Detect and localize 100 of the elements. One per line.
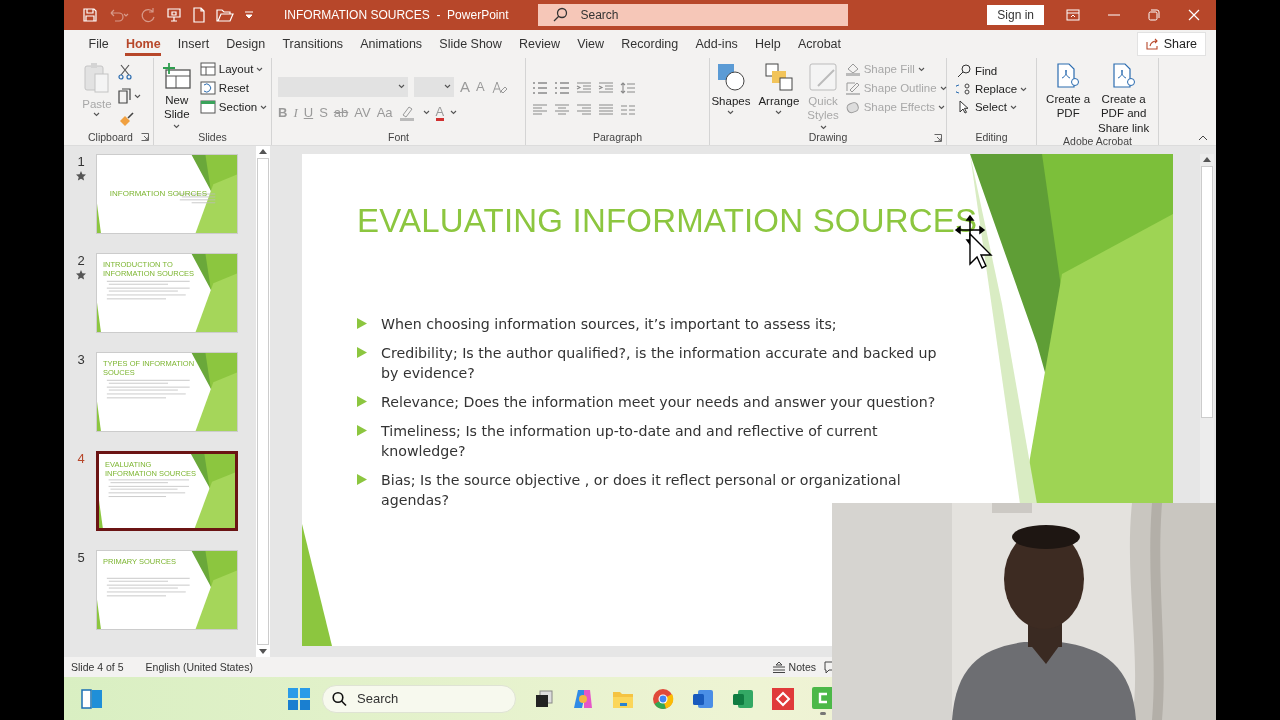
- restore-icon[interactable]: [1148, 9, 1160, 21]
- create-pdf-button[interactable]: Create a PDF and Share link: [1095, 62, 1152, 136]
- running-indicator: [820, 712, 826, 715]
- ribbon-tab[interactable]: Add-ins: [686, 31, 747, 57]
- app-icon[interactable]: [812, 687, 834, 709]
- presenter-icon[interactable]: [166, 7, 182, 23]
- scrollbar-thumb[interactable]: [1201, 166, 1213, 418]
- group-label: Drawing: [808, 131, 848, 144]
- bullet-icon: [357, 318, 367, 329]
- search-icon: [332, 691, 347, 706]
- bullet-text: Timeliness; Is the information up-to-date and and reflective of current knowledge?: [381, 422, 879, 461]
- drawing-button[interactable]: Shapes: [709, 62, 753, 116]
- notes-icon: [771, 661, 786, 673]
- ribbon-tab[interactable]: View: [568, 31, 613, 57]
- group-label: Slides: [198, 131, 227, 143]
- shapes-icon: [715, 62, 746, 92]
- clipboard-icon: [83, 62, 111, 96]
- slide-number: 2: [77, 253, 85, 268]
- outdent-icon[interactable]: [576, 80, 592, 95]
- app-icon[interactable]: [772, 687, 794, 710]
- ribbon-display-icon[interactable]: [1066, 9, 1080, 21]
- undo-icon[interactable]: [108, 7, 130, 23]
- ribbon-tab[interactable]: Home: [117, 31, 170, 57]
- caret-icon: [819, 124, 827, 130]
- scroll-up-icon[interactable]: [259, 149, 267, 154]
- browser-icon[interactable]: [652, 687, 674, 710]
- editing-button[interactable]: Replace: [955, 82, 1028, 96]
- bullet-icon: [357, 347, 367, 358]
- caret-icon: [398, 84, 405, 89]
- numbering-icon[interactable]: [554, 80, 570, 95]
- create-pdf-button[interactable]: Create a PDF: [1043, 62, 1094, 121]
- caret-icon: [775, 110, 783, 116]
- word-app-icon[interactable]: [692, 688, 714, 709]
- paint-bucket-icon: [844, 62, 861, 76]
- caret-icon: [450, 110, 458, 115]
- notes-button[interactable]: Notes: [771, 661, 816, 673]
- caret-icon: [1020, 86, 1028, 92]
- reset-icon: [199, 81, 216, 95]
- pencil-icon: [844, 81, 861, 95]
- close-icon[interactable]: [1188, 9, 1200, 21]
- save-icon[interactable]: [82, 7, 98, 23]
- folder-icon[interactable]: [216, 7, 234, 23]
- indent-icon[interactable]: [598, 80, 614, 95]
- editing-button[interactable]: Select: [955, 100, 1017, 114]
- sign-in-button[interactable]: Sign in: [987, 5, 1044, 25]
- slides-menu-button[interactable]: Layout: [199, 62, 264, 76]
- ribbon-tab[interactable]: Slide Show: [430, 31, 511, 57]
- scrollbar-thumb[interactable]: [257, 158, 269, 645]
- bullet-text: Credibility; Is the author qualified?, is the information accurate and backed up by evidence?: [381, 344, 938, 383]
- slides-menu-button[interactable]: Reset: [199, 81, 249, 95]
- group-label: Adobe Acrobat: [1063, 135, 1132, 148]
- slide-number: 1: [77, 154, 85, 169]
- caret-icon: [938, 104, 946, 110]
- task-view-icon[interactable]: [534, 688, 554, 709]
- new-file-icon[interactable]: [192, 7, 206, 23]
- share-button[interactable]: Share: [1136, 32, 1206, 56]
- scroll-up-icon[interactable]: [1203, 157, 1211, 162]
- taskbar-search-field[interactable]: Search: [322, 684, 516, 713]
- widgets-icon[interactable]: [81, 688, 103, 709]
- pdf-icon: [1110, 62, 1137, 90]
- share-icon: [1145, 38, 1159, 50]
- slides-menu-button[interactable]: Section: [199, 100, 268, 114]
- ribbon-tab[interactable]: File: [80, 31, 118, 57]
- customize-menu-icon[interactable]: [244, 10, 254, 20]
- ribbon-tab[interactable]: Design: [217, 31, 274, 57]
- caret-icon: [422, 110, 430, 115]
- ribbon-tab[interactable]: Animations: [351, 31, 431, 57]
- redo-icon[interactable]: [140, 7, 156, 23]
- quick-styles-icon: [808, 62, 838, 92]
- caret-icon: [917, 66, 925, 72]
- ribbon-tab[interactable]: Acrobat: [789, 31, 850, 57]
- scroll-down-icon[interactable]: [259, 649, 267, 654]
- copy-icon[interactable]: [117, 88, 132, 104]
- bullet-icon: [357, 474, 367, 485]
- collapse-ribbon-icon[interactable]: [1198, 135, 1208, 141]
- ribbon-tab[interactable]: Recording: [612, 31, 687, 57]
- search-field[interactable]: Search: [538, 4, 849, 26]
- editing-button[interactable]: Find: [955, 64, 998, 78]
- caret-icon: [256, 66, 264, 72]
- new-slide-button[interactable]: New Slide: [157, 62, 196, 129]
- start-icon[interactable]: [288, 687, 310, 710]
- ribbon-tab[interactable]: Transitions: [273, 31, 352, 57]
- copilot-icon[interactable]: [572, 687, 594, 710]
- dialog-launcher-icon[interactable]: [934, 133, 942, 142]
- caret-icon: [1009, 104, 1017, 110]
- bullets-icon[interactable]: [532, 80, 548, 95]
- ribbon-tab[interactable]: Help: [746, 31, 790, 57]
- excel-app-icon[interactable]: [732, 688, 754, 709]
- bullet-text: Relevance; Does the information meet your needs and answer your question?: [381, 393, 936, 412]
- language-status[interactable]: English (United States): [145, 661, 253, 673]
- bullet-icon: [357, 425, 367, 436]
- replace-icon: [955, 82, 972, 96]
- slide-number: 5: [77, 550, 85, 565]
- ribbon-tab[interactable]: Review: [510, 31, 569, 57]
- ribbon-tab[interactable]: Insert: [169, 31, 218, 57]
- search-icon: [955, 64, 972, 78]
- drawing-button[interactable]: Arrange: [756, 62, 802, 116]
- spacing-icon[interactable]: [620, 80, 636, 95]
- scissors-icon[interactable]: [117, 64, 132, 80]
- dialog-launcher-icon[interactable]: [141, 133, 149, 141]
